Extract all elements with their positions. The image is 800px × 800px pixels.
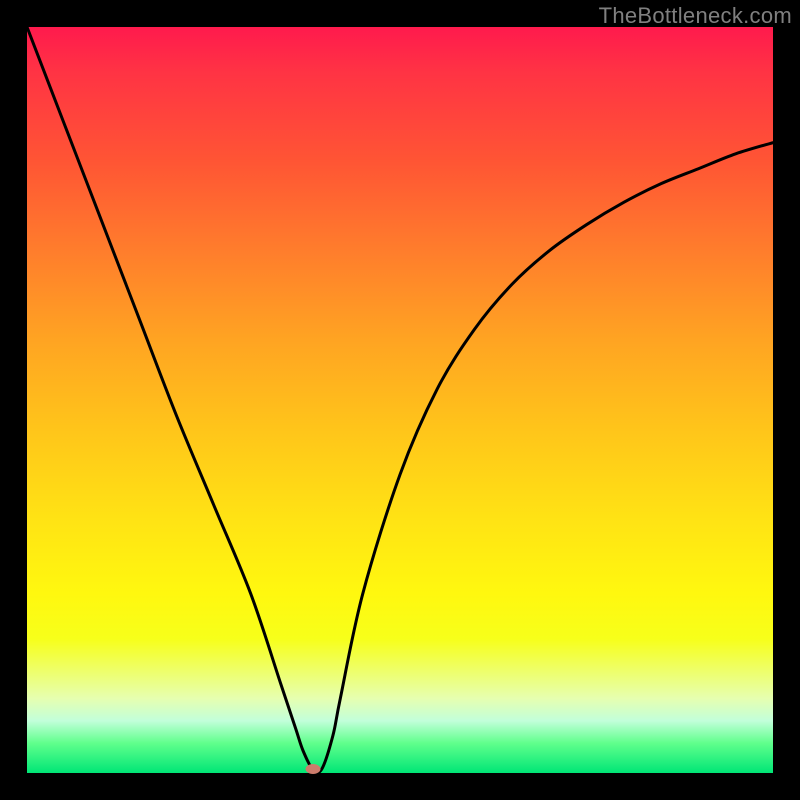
chart-frame: TheBottleneck.com (0, 0, 800, 800)
minimum-marker (305, 764, 320, 774)
bottleneck-curve (27, 27, 773, 773)
plot-area (27, 27, 773, 773)
watermark-text: TheBottleneck.com (599, 3, 792, 29)
